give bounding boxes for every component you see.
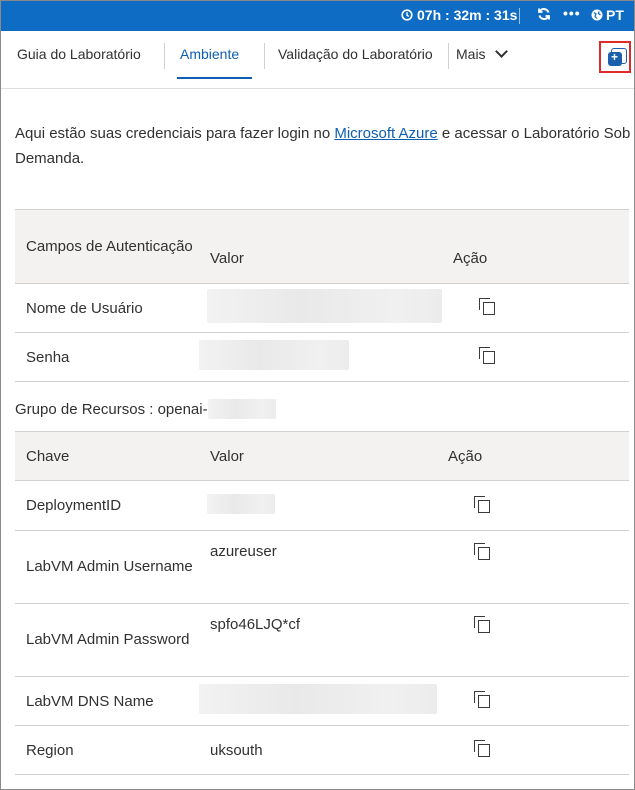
table-row: LabVM Admin Username azureuser [15,530,629,604]
topbar-divider [519,8,520,24]
row-value: azureuser [210,543,277,560]
tab-lab-guide[interactable]: Guia do Laboratório [17,46,141,62]
table-row: LabVM DNS Name [15,676,629,726]
credentials-table: Campos de Autenticação Valor Ação Nome d… [15,209,629,382]
row-value: spfo46LJQ*cf [210,616,301,633]
row-label: Nome de Usuário [26,299,143,317]
redacted-password [199,340,349,370]
tab-separator [164,43,165,69]
top-bar: 07h : 32m : 31s ••• PT [1,1,634,31]
redacted-dns-name [199,684,437,714]
row-label: DeploymentID [26,497,122,514]
copy-icon[interactable] [474,616,490,633]
copy-icon[interactable] [474,495,490,513]
table-row: Senha [15,332,629,382]
copy-icon[interactable] [479,298,495,315]
globe-icon [591,9,603,21]
resource-group-text: Grupo de Recursos : openai- [15,400,208,418]
copy-icon[interactable] [479,347,495,364]
intro-before: Aqui estão suas credenciais para fazer l… [15,125,335,142]
tab-environment[interactable]: Ambiente [180,46,239,62]
timer-text: 07h : 32m : 31s [417,7,518,23]
more-options-icon[interactable]: ••• [563,5,581,21]
resource-group-label: Grupo de Recursos : openai- [15,399,276,419]
refresh-icon[interactable] [537,7,551,24]
row-label: LabVM DNS Name [26,692,154,710]
table-row: Nome de Usuário [15,283,629,333]
language-selector[interactable]: PT [591,7,624,23]
header-auth-fields: Campos de Autenticação [26,237,193,255]
header-action: Ação [453,250,488,267]
row-value: uksouth [210,741,263,759]
header-key: Chave [26,447,70,465]
table-row: DeploymentID [15,480,629,531]
redacted-deployment-id [207,493,275,514]
table-header-row: Campos de Autenticação Valor Ação [15,209,629,284]
timer: 07h : 32m : 31s [401,7,517,23]
azure-link[interactable]: Microsoft Azure [334,125,437,142]
chevron-down-icon[interactable] [495,45,508,58]
table-row: Region uksouth [15,725,629,775]
popout-button[interactable] [599,41,631,73]
redacted-username [207,289,442,323]
header-value: Valor [210,250,244,267]
row-label: Region [26,741,74,759]
tab-bar: Guia do Laboratório Ambiente Validação d… [1,31,634,89]
tab-separator [448,43,449,69]
tab-lab-validation[interactable]: Validação do Laboratório [278,46,433,62]
row-label: Senha [26,348,70,366]
copy-icon[interactable] [474,691,490,708]
header-action: Ação [448,447,483,465]
tab-more[interactable]: Mais [456,46,486,62]
popout-icon [608,48,627,66]
table-header-row: Chave Valor Ação [15,431,629,481]
active-tab-indicator [177,77,252,79]
row-label: LabVM Admin Username [26,558,193,575]
header-value: Valor [210,447,244,465]
row-label: LabVM Admin Password [26,631,190,648]
language-label: PT [606,7,624,23]
intro-text: Aqui estão suas credenciais para fazer l… [15,121,635,171]
table-row: LabVM Admin Password spfo46LJQ*cf [15,603,629,677]
resource-table: Chave Valor Ação DeploymentID LabVM Admi… [15,431,629,775]
redacted-resource-group-suffix [207,399,276,419]
copy-icon[interactable] [474,740,490,757]
copy-icon[interactable] [474,543,490,560]
tab-separator [264,43,265,69]
clock-icon [401,9,413,21]
